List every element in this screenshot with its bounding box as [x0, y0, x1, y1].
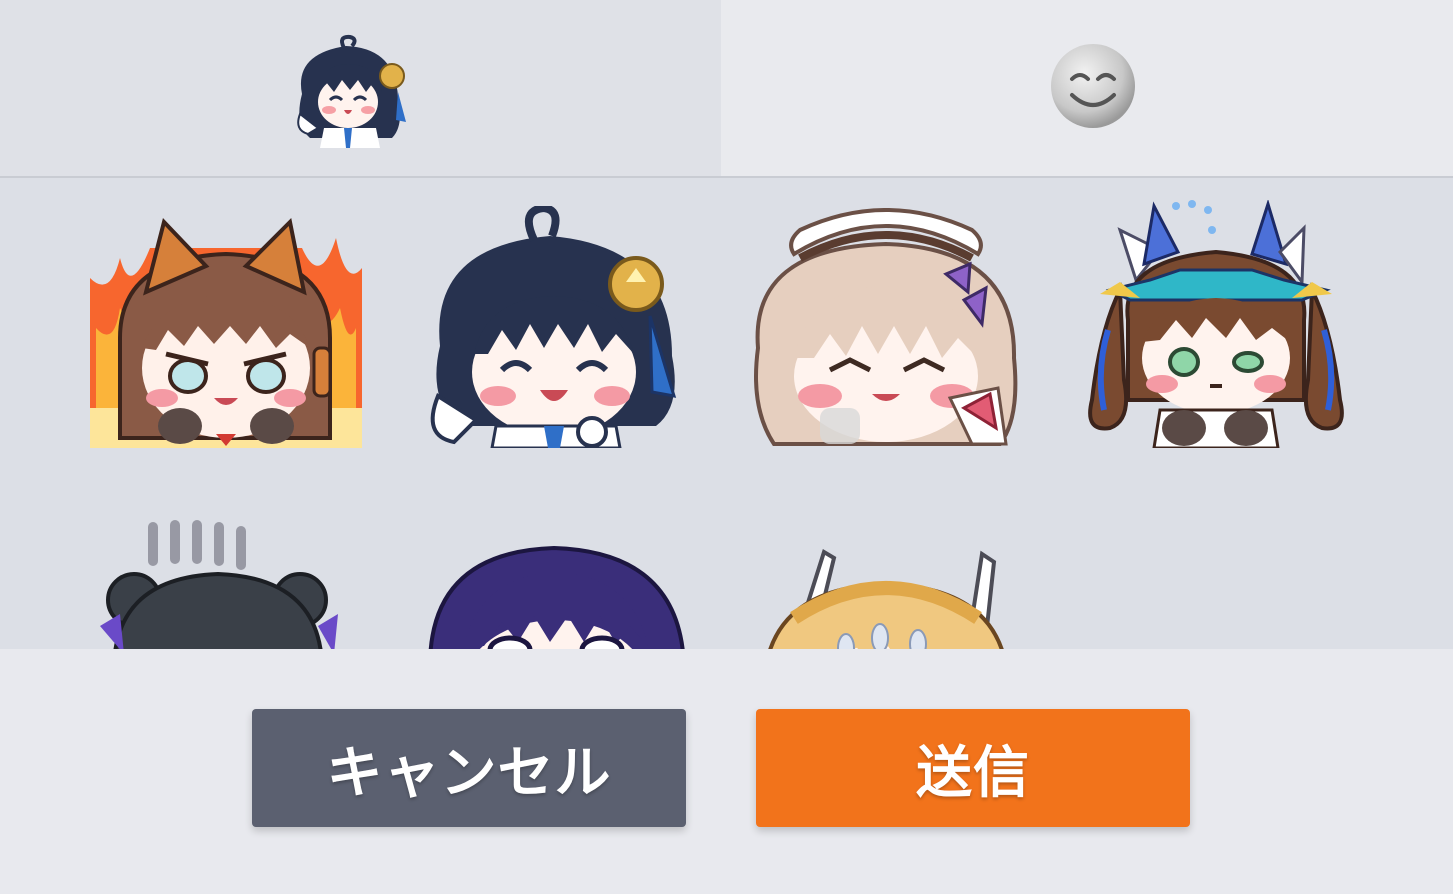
sticker-item[interactable] [1080, 200, 1350, 448]
sticker-item[interactable] [750, 548, 1020, 649]
cancel-button[interactable]: キャンセル [252, 709, 686, 827]
tab-stickers[interactable] [0, 0, 721, 176]
sticker-item[interactable] [750, 208, 1020, 448]
sticker-brown-twintails-crystals [1088, 200, 1344, 448]
sticker-item[interactable] [420, 206, 690, 448]
sticker-purple-hair-shocked [428, 546, 685, 649]
sticker-item[interactable] [420, 546, 690, 649]
tab-emoji[interactable] [721, 0, 1453, 176]
sticker-maid-blonde-laughing [754, 208, 1018, 446]
picker-tab-bar [0, 0, 1453, 178]
dialog-footer: キャンセル 送信 [0, 649, 1453, 894]
smiling-face-icon [1051, 44, 1135, 128]
sticker-item[interactable] [90, 208, 362, 448]
sticker-character-icon [297, 34, 406, 148]
sticker-item[interactable] [90, 518, 360, 649]
sticker-dark-buns-gloomy [100, 520, 338, 649]
sticker-cat-ears-flames [90, 217, 362, 448]
send-button[interactable]: 送信 [756, 709, 1190, 827]
sticker-grid [0, 178, 1453, 649]
sticker-dark-hair-cheering [430, 206, 677, 448]
sticker-blonde-sweating [768, 548, 1004, 649]
sticker-picker-dialog: キャンセル 送信 [0, 0, 1453, 894]
